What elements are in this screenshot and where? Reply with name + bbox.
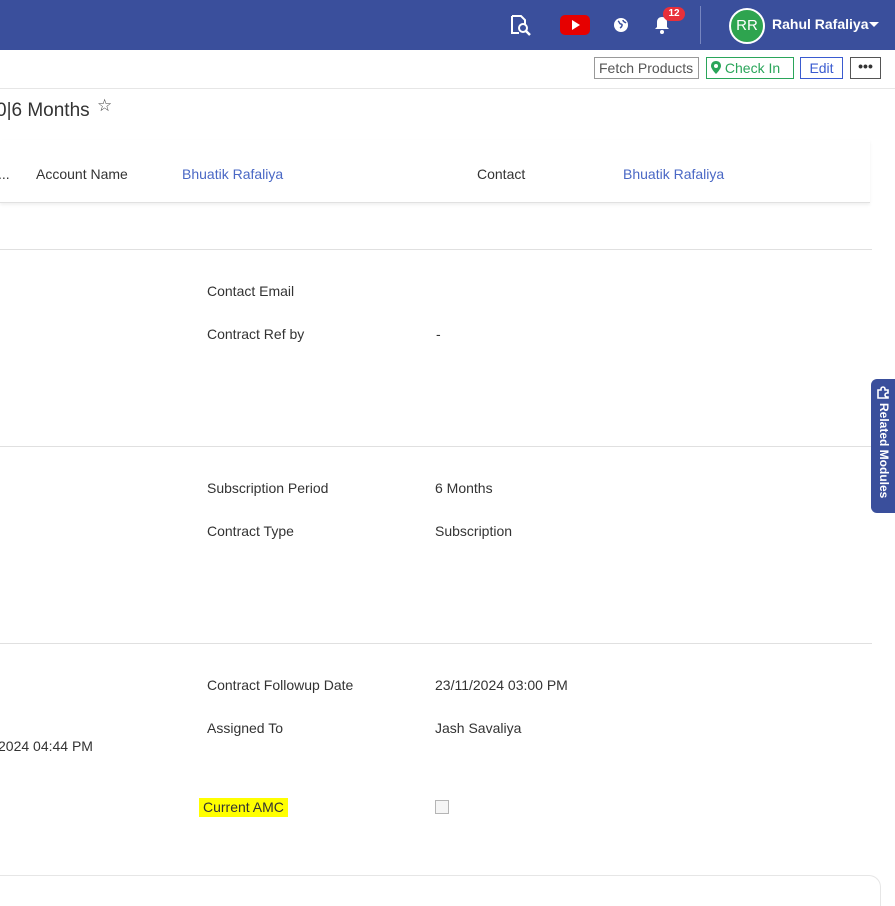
related-modules-label: Related Modules: [877, 403, 891, 499]
more-options-button[interactable]: •••: [850, 57, 881, 79]
youtube-icon[interactable]: [560, 15, 590, 35]
avatar[interactable]: RR: [729, 8, 765, 44]
navbar-divider: [700, 6, 701, 44]
subscription-period-label: Subscription Period: [207, 480, 329, 496]
followup-date-label: Contract Followup Date: [207, 677, 354, 693]
summary-row: ... Account Name Bhuatik Rafaliya Contac…: [0, 140, 870, 203]
followup-date-value: 23/11/2024 03:00 PM: [435, 677, 568, 693]
chevron-down-icon[interactable]: [869, 22, 879, 27]
search-document-icon[interactable]: [509, 14, 531, 36]
action-bar: Fetch Products Check In Edit •••: [0, 50, 895, 89]
next-section-card: [0, 875, 881, 906]
account-name-label: Account Name: [36, 166, 128, 182]
current-amc-label: Current AMC: [199, 798, 288, 817]
check-in-button[interactable]: Check In: [706, 57, 794, 79]
globe-icon[interactable]: [610, 14, 632, 36]
truncated-field: ...: [0, 166, 10, 182]
section-divider: [0, 249, 872, 250]
related-modules-tab[interactable]: Related Modules: [871, 379, 895, 513]
assigned-to-value: Jash Savaliya: [435, 720, 522, 736]
contract-type-value: Subscription: [435, 523, 513, 539]
contract-ref-value: -: [436, 326, 441, 342]
contract-ref-label: Contract Ref by: [207, 326, 305, 342]
puzzle-icon: [876, 385, 890, 399]
user-name[interactable]: Rahul Rafaliya: [772, 16, 868, 32]
section-divider: [0, 446, 872, 447]
check-in-label: Check In: [724, 60, 781, 76]
page-title: 0|6 Months: [0, 100, 90, 121]
assigned-to-label: Assigned To: [207, 720, 284, 736]
fetch-products-button[interactable]: Fetch Products: [594, 57, 699, 79]
map-pin-icon: [711, 61, 721, 74]
account-name-link[interactable]: Bhuatik Rafaliya: [182, 166, 283, 182]
current-amc-checkbox[interactable]: [435, 800, 449, 814]
subscription-period-value: 6 Months: [435, 480, 493, 496]
section-divider: [0, 643, 872, 644]
date-value-partial: 2024 04:44 PM: [0, 738, 93, 754]
contact-label: Contact: [477, 166, 526, 182]
contact-email-label: Contact Email: [207, 283, 295, 299]
star-icon[interactable]: ☆: [97, 96, 112, 116]
edit-button[interactable]: Edit: [800, 57, 843, 79]
contract-type-label: Contract Type: [207, 523, 294, 539]
notification-count-badge: 12: [663, 7, 685, 21]
contact-link[interactable]: Bhuatik Rafaliya: [623, 166, 724, 182]
top-navbar: 12 RR Rahul Rafaliya: [0, 0, 895, 50]
